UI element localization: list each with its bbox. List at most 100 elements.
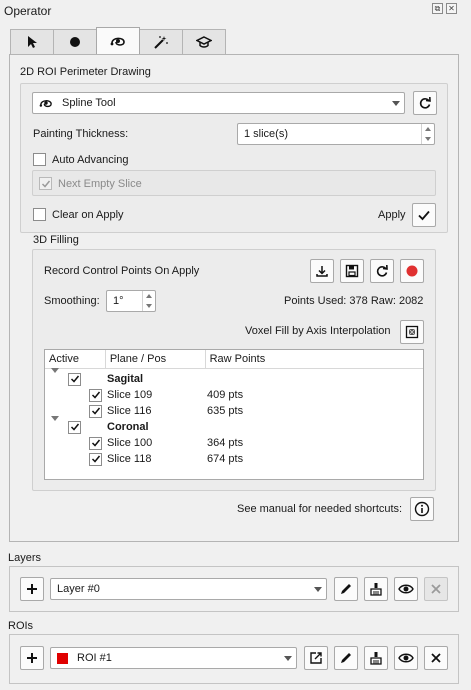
brush-icon bbox=[370, 652, 382, 665]
checkmark-icon[interactable] bbox=[89, 436, 102, 450]
slice-label: Slice 100 bbox=[107, 437, 153, 449]
control-points-tree: Active Plane / Pos Raw Points Sagital Sl… bbox=[44, 349, 424, 480]
next-empty-slice-label: Next Empty Slice bbox=[58, 177, 142, 190]
group-name: Sagital bbox=[107, 373, 144, 385]
roi-select-value: ROI #1 bbox=[77, 652, 112, 664]
eye-icon bbox=[398, 653, 414, 663]
plus-icon bbox=[27, 653, 37, 663]
checkmark-icon bbox=[418, 210, 430, 221]
layer-select-value: Layer #0 bbox=[57, 583, 100, 595]
smoothing-label: Smoothing: bbox=[44, 295, 100, 307]
tab-select[interactable] bbox=[10, 29, 54, 54]
checkmark-icon[interactable] bbox=[89, 404, 102, 418]
close-icon bbox=[431, 653, 441, 663]
slice-label: Slice 118 bbox=[107, 453, 152, 465]
auto-advancing-checkbox[interactable]: Auto Advancing bbox=[33, 153, 128, 166]
apply-label: Apply bbox=[378, 209, 406, 221]
close-icon bbox=[431, 584, 441, 594]
raw-points-value: 674 pts bbox=[207, 453, 244, 465]
roi-select[interactable]: ROI #1 bbox=[50, 647, 297, 669]
column-raw-points[interactable]: Raw Points bbox=[206, 350, 423, 368]
layer-select[interactable]: Layer #0 bbox=[50, 578, 327, 600]
spin-down-icon[interactable] bbox=[422, 134, 434, 144]
tree-header: Active Plane / Pos Raw Points bbox=[45, 350, 423, 369]
expand-arrow-icon[interactable] bbox=[51, 368, 59, 385]
record-button[interactable] bbox=[400, 259, 424, 283]
save-icon bbox=[345, 264, 359, 278]
filled-circle-icon bbox=[70, 37, 80, 47]
float-panel-icon[interactable]: ⧉ bbox=[432, 3, 443, 14]
clear-roi-button[interactable] bbox=[364, 646, 388, 670]
smoothing-value: 1° bbox=[113, 295, 124, 307]
checkbox-box bbox=[33, 208, 46, 221]
smoothing-spinbox[interactable]: 1° bbox=[106, 290, 156, 312]
auto-advancing-label: Auto Advancing bbox=[52, 153, 129, 166]
checkmark-icon[interactable] bbox=[89, 452, 102, 466]
chevron-down-icon bbox=[310, 586, 326, 592]
reset-points-button[interactable] bbox=[370, 259, 394, 283]
tool-select[interactable]: Spline Tool bbox=[32, 92, 405, 114]
checkmark-icon[interactable] bbox=[68, 372, 81, 386]
tab-brush[interactable] bbox=[53, 29, 97, 54]
checkmark-icon bbox=[39, 177, 52, 190]
spline-tool-icon bbox=[110, 37, 125, 46]
voxel-fill-icon bbox=[405, 325, 419, 339]
tab-learning[interactable] bbox=[182, 29, 226, 54]
tab-magic-wand[interactable] bbox=[139, 29, 183, 54]
export-icon bbox=[310, 652, 322, 664]
import-points-button[interactable] bbox=[310, 259, 334, 283]
edit-roi-button[interactable] bbox=[334, 646, 358, 670]
rois-title: ROIs bbox=[8, 620, 34, 632]
column-plane-pos[interactable]: Plane / Pos bbox=[106, 350, 206, 368]
info-icon bbox=[414, 501, 430, 517]
slice-label: Slice 116 bbox=[107, 405, 152, 417]
magic-wand-icon bbox=[154, 36, 168, 49]
close-panel-icon[interactable]: ✕ bbox=[446, 3, 457, 14]
toggle-roi-visibility-button[interactable] bbox=[394, 646, 418, 670]
clear-on-apply-checkbox[interactable]: Clear on Apply bbox=[33, 208, 124, 221]
refresh-icon bbox=[419, 96, 431, 109]
expand-arrow-icon[interactable] bbox=[51, 416, 59, 433]
delete-roi-button[interactable] bbox=[424, 646, 448, 670]
raw-points-value: 364 pts bbox=[207, 437, 244, 449]
plus-icon bbox=[27, 584, 37, 594]
add-roi-button[interactable] bbox=[20, 646, 44, 670]
manual-info-button[interactable] bbox=[410, 497, 434, 521]
painting-thickness-value: 1 slice(s) bbox=[244, 128, 289, 140]
spin-down-icon[interactable] bbox=[143, 301, 155, 311]
spin-up-icon[interactable] bbox=[143, 291, 155, 301]
raw-points-value: 635 pts bbox=[207, 405, 244, 417]
toggle-layer-visibility-button[interactable] bbox=[394, 577, 418, 601]
roi-drawing-title: 2D ROI Perimeter Drawing bbox=[20, 66, 151, 78]
save-points-button[interactable] bbox=[340, 259, 364, 283]
apply-button[interactable] bbox=[412, 203, 436, 227]
checkmark-icon[interactable] bbox=[68, 420, 81, 434]
tool-select-value: Spline Tool bbox=[62, 97, 116, 109]
brush-icon bbox=[370, 583, 382, 596]
manual-label: See manual for needed shortcuts: bbox=[237, 503, 403, 515]
spin-arrows bbox=[142, 291, 155, 311]
refresh-tool-button[interactable] bbox=[413, 91, 437, 115]
voxel-fill-label: Voxel Fill by Axis Interpolation bbox=[245, 325, 391, 337]
panel-title: Operator bbox=[4, 4, 52, 18]
tab-spline[interactable] bbox=[96, 27, 140, 54]
spin-up-icon[interactable] bbox=[422, 124, 434, 134]
checkmark-icon[interactable] bbox=[89, 388, 102, 402]
chevron-down-icon bbox=[280, 655, 296, 661]
next-empty-slice-checkbox[interactable]: Next Empty Slice bbox=[39, 177, 142, 190]
points-used-readout: Points Used: 378 Raw: 2082 bbox=[284, 295, 424, 307]
checkbox-box bbox=[33, 153, 46, 166]
edit-layer-button[interactable] bbox=[334, 577, 358, 601]
pencil-icon bbox=[341, 653, 351, 663]
download-icon bbox=[316, 266, 328, 277]
panel-title-buttons: ⧉ ✕ bbox=[432, 3, 457, 14]
pencil-icon bbox=[341, 584, 351, 594]
painting-thickness-spinbox[interactable]: 1 slice(s) bbox=[237, 123, 435, 145]
pointer-arrow-icon bbox=[28, 36, 37, 48]
column-active[interactable]: Active bbox=[45, 350, 106, 368]
voxel-fill-button[interactable] bbox=[400, 320, 424, 344]
clear-layer-button[interactable] bbox=[364, 577, 388, 601]
export-roi-button[interactable] bbox=[304, 646, 328, 670]
add-layer-button[interactable] bbox=[20, 577, 44, 601]
delete-layer-button[interactable] bbox=[424, 577, 448, 601]
